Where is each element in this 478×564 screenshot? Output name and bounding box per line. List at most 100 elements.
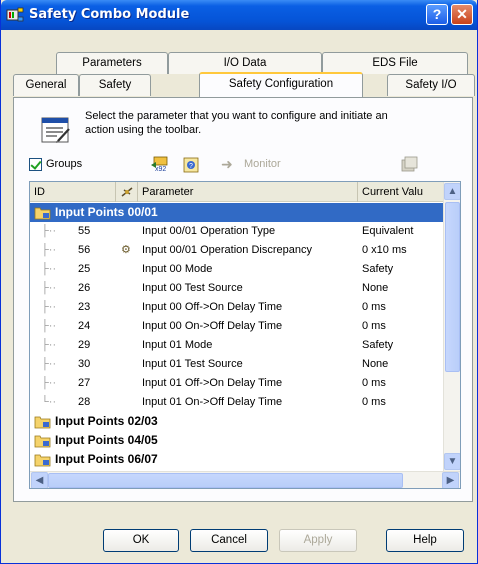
- tree-connector: ├··: [41, 339, 57, 351]
- ok-button[interactable]: OK: [103, 529, 179, 552]
- parameter-id: 27: [78, 377, 91, 389]
- parameter-id: 30: [78, 358, 91, 370]
- tab-parameters[interactable]: Parameters: [56, 52, 168, 74]
- tab-general[interactable]: General: [13, 74, 79, 96]
- vertical-scrollbar[interactable]: ▲ ▼: [443, 182, 460, 471]
- scroll-up-icon[interactable]: ▲: [444, 183, 460, 200]
- tree-connector: ├··: [41, 244, 57, 256]
- tab-safety-configuration[interactable]: Safety Configuration: [199, 72, 363, 97]
- groups-checkbox[interactable]: [29, 158, 42, 171]
- folder-icon: [34, 207, 51, 220]
- parameter-name: Input 00 Test Source: [142, 282, 243, 294]
- group-label: Input Points 06/07: [55, 452, 158, 466]
- parameter-id: 56: [78, 244, 91, 256]
- parameter-id: 55: [78, 225, 91, 237]
- column-header-parameter[interactable]: Parameter: [138, 182, 358, 202]
- svg-text:?: ?: [189, 163, 193, 170]
- tree-connector: ├··: [41, 358, 57, 370]
- module-app-icon: [6, 7, 24, 22]
- help-button[interactable]: Help: [386, 529, 464, 552]
- tree-connector: ├··: [41, 263, 57, 275]
- properties-icon[interactable]: [399, 155, 419, 175]
- svg-text:x92: x92: [155, 166, 166, 173]
- parameter-name: Input 00 Off->On Delay Time: [142, 301, 283, 313]
- folder-icon: [34, 454, 51, 467]
- group-label: Input Points 04/05: [55, 433, 158, 447]
- tree-connector: ├··: [41, 320, 57, 332]
- groups-label[interactable]: Groups: [46, 158, 82, 170]
- parameter-name: Input 01 Mode: [142, 339, 213, 351]
- apply-button[interactable]: Apply: [279, 529, 357, 552]
- parameter-row[interactable]: └·· 28 Input 01 On->Off Delay Time 0 ms: [30, 393, 444, 412]
- parameter-row[interactable]: ├·· 30 Input 01 Test Source None: [30, 355, 444, 374]
- parameter-id: 23: [78, 301, 91, 313]
- parameter-id: 26: [78, 282, 91, 294]
- folder-icon: [34, 435, 51, 448]
- scroll-left-icon[interactable]: ◀: [31, 472, 48, 488]
- configure-info-icon: [41, 117, 70, 143]
- instruction-text: Select the parameter that you want to co…: [85, 110, 388, 136]
- tree-connector: ├··: [41, 301, 57, 313]
- tree-connector: └··: [41, 396, 57, 408]
- cancel-button[interactable]: Cancel: [190, 529, 268, 552]
- parameter-name: Input 00/01 Operation Type: [142, 225, 276, 237]
- column-header-id[interactable]: ID: [30, 182, 116, 202]
- tab-safety-io[interactable]: Safety I/O: [387, 74, 475, 96]
- parameter-value: 0 ms: [362, 377, 386, 389]
- parameter-value: 0 ms: [362, 320, 386, 332]
- title-bar[interactable]: Safety Combo Module ? ✕: [1, 0, 477, 30]
- horizontal-scrollbar[interactable]: ◀ ▶: [30, 471, 460, 488]
- group-row[interactable]: Input Points 06/07: [30, 450, 444, 469]
- parameter-id: 24: [78, 320, 91, 332]
- group-row[interactable]: Input Points 04/05: [30, 431, 444, 450]
- group-label: Input Points 00/01: [55, 205, 158, 219]
- column-header-current-value[interactable]: Current Valu: [358, 182, 444, 202]
- parameter-value: Safety: [362, 263, 394, 275]
- parameter-id: 25: [78, 263, 91, 275]
- tab-io-data[interactable]: I/O Data: [168, 52, 322, 74]
- tree-connector: ├··: [41, 225, 57, 237]
- arrow-right-icon: ➜: [221, 156, 233, 172]
- window-title: Safety Combo Module: [29, 7, 190, 22]
- close-icon: ✕: [456, 6, 468, 22]
- folder-icon: [34, 416, 51, 429]
- parameter-value: 0 ms: [362, 301, 386, 313]
- tree-connector: ├··: [41, 282, 57, 294]
- column-header-icon[interactable]: [116, 182, 138, 202]
- tab-eds-file[interactable]: EDS File: [322, 52, 468, 74]
- parameter-row[interactable]: ├·· 25 Input 00 Mode Safety: [30, 260, 444, 279]
- group-row[interactable]: Input Points 00/01: [30, 203, 444, 222]
- safety-combo-module-dialog: Safety Combo Module ? ✕ Parameters I/O D…: [0, 0, 478, 564]
- param-flag-icon: [121, 187, 133, 197]
- tab-safety[interactable]: Safety: [79, 74, 151, 96]
- grid-header: ID Parameter Current Valu: [30, 182, 444, 202]
- monitor-button[interactable]: Monitor: [244, 158, 281, 170]
- parameter-name: Input 01 Test Source: [142, 358, 243, 370]
- parameter-name: Input 01 On->Off Delay Time: [142, 396, 283, 408]
- parameter-value: 0 x10 ms: [362, 244, 407, 256]
- scroll-right-icon[interactable]: ▶: [442, 472, 459, 488]
- parameter-value: None: [362, 358, 389, 370]
- parameter-row[interactable]: ├·· 56 ⚙ Input 00/01 Operation Discrepancy 0…: [30, 241, 444, 260]
- parameter-row[interactable]: ├·· 55 Input 00/01 Operation Type Equivalen…: [30, 222, 444, 241]
- parameter-value: Equivalent: [362, 225, 414, 237]
- vertical-scroll-thumb[interactable]: [445, 202, 460, 372]
- scroll-down-icon[interactable]: ▼: [444, 453, 460, 470]
- parameter-row[interactable]: ├·· 23 Input 00 Off->On Delay Time 0 ms: [30, 298, 444, 317]
- group-row[interactable]: Input Points 02/03: [30, 412, 444, 431]
- parameter-row[interactable]: ├·· 26 Input 00 Test Source None: [30, 279, 444, 298]
- help-icon: ?: [432, 6, 442, 22]
- parameter-row[interactable]: ├·· 29 Input 01 Mode Safety: [30, 336, 444, 355]
- configure-wizard-icon[interactable]: ?: [181, 155, 201, 175]
- parameter-name: Input 00 Mode: [142, 263, 213, 275]
- parameter-grid[interactable]: ID Parameter Current Valu Input Points 0…: [29, 181, 461, 489]
- parameter-name: Input 00/01 Operation Discrepancy: [142, 244, 312, 256]
- parameter-row[interactable]: ├·· 24 Input 00 On->Off Delay Time 0 ms: [30, 317, 444, 336]
- parameter-id: 28: [78, 396, 91, 408]
- close-button[interactable]: ✕: [451, 4, 473, 25]
- help-title-button[interactable]: ?: [426, 4, 448, 25]
- horizontal-scroll-thumb[interactable]: [48, 473, 403, 488]
- transfer-icon[interactable]: x92: [150, 155, 170, 175]
- parameter-row[interactable]: ├·· 27 Input 01 Off->On Delay Time 0 ms: [30, 374, 444, 393]
- parameter-name: Input 01 Off->On Delay Time: [142, 377, 283, 389]
